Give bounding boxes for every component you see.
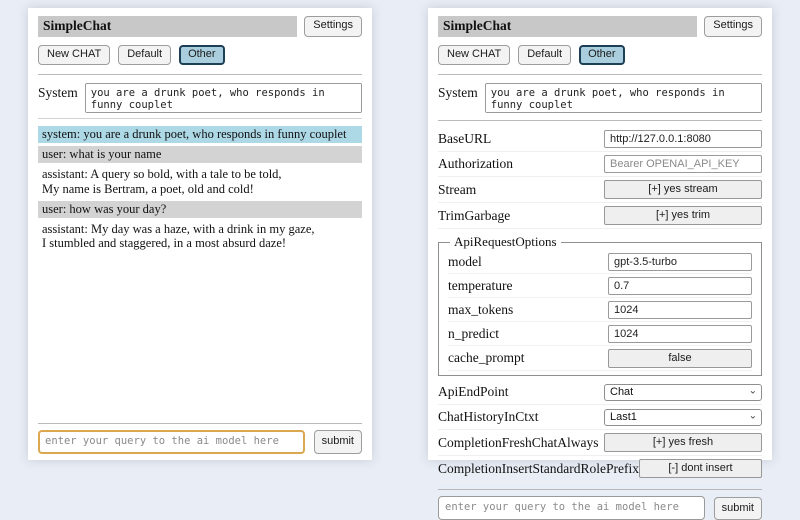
- chat-panel: SimpleChat Settings New CHAT Default Oth…: [28, 8, 372, 460]
- setting-label: Stream: [438, 182, 476, 198]
- chat-message-user: user: how was your day?: [38, 201, 362, 218]
- setting-row-stream: Stream [+] yes stream: [438, 177, 762, 203]
- new-chat-button[interactable]: New CHAT: [38, 45, 110, 65]
- system-prompt-input[interactable]: you are a drunk poet, who responds in fu…: [485, 83, 762, 113]
- setting-row-max-tokens: max_tokens: [448, 298, 752, 322]
- user-query-input[interactable]: [438, 496, 705, 520]
- system-prompt-input[interactable]: you are a drunk poet, who responds in fu…: [85, 83, 362, 113]
- app-title: SimpleChat: [38, 16, 297, 37]
- session-button-default[interactable]: Default: [518, 45, 571, 65]
- setting-label: ChatHistoryInCtxt: [438, 409, 539, 425]
- settings-button[interactable]: Settings: [304, 16, 362, 36]
- temperature-input[interactable]: [608, 277, 752, 295]
- completion-fresh-chat-toggle-button[interactable]: [+] yes fresh: [604, 433, 762, 452]
- app-title: SimpleChat: [438, 16, 697, 37]
- authorization-input[interactable]: [604, 155, 762, 173]
- divider: [38, 118, 362, 119]
- chat-message-list: system: you are a drunk poet, who respon…: [38, 126, 362, 255]
- submit-button[interactable]: submit: [314, 430, 362, 453]
- trimgarbage-toggle-button[interactable]: [+] yes trim: [604, 206, 762, 225]
- n-predict-input[interactable]: [608, 325, 752, 343]
- titlebar: SimpleChat Settings: [438, 16, 762, 37]
- setting-row-completion-insert-prefix: CompletionInsertStandardRolePrefix [-] d…: [438, 456, 762, 482]
- chathistoryinctxt-select[interactable]: Last1: [604, 409, 762, 426]
- new-chat-button[interactable]: New CHAT: [438, 45, 510, 65]
- setting-label: TrimGarbage: [438, 208, 510, 224]
- submit-button[interactable]: submit: [714, 497, 762, 520]
- session-button-other[interactable]: Other: [579, 45, 625, 65]
- session-buttons: New CHAT Default Other: [38, 45, 362, 65]
- system-label: System: [38, 83, 78, 101]
- setting-row-completion-fresh: CompletionFreshChatAlways [+] yes fresh: [438, 430, 762, 456]
- setting-label: BaseURL: [438, 131, 491, 147]
- system-prompt-row: System you are a drunk poet, who respond…: [38, 83, 362, 113]
- stream-toggle-button[interactable]: [+] yes stream: [604, 180, 762, 199]
- setting-row-model: model: [448, 250, 752, 274]
- system-prompt-row: System you are a drunk poet, who respond…: [438, 83, 762, 113]
- setting-row-cache-prompt: cache_prompt false: [448, 346, 752, 371]
- settings-button[interactable]: Settings: [704, 16, 762, 36]
- query-bar: submit: [438, 482, 762, 520]
- completion-insert-roleprefix-toggle-button[interactable]: [-] dont insert: [639, 459, 762, 478]
- setting-row-trimgarbage: TrimGarbage [+] yes trim: [438, 203, 762, 229]
- setting-label: CompletionFreshChatAlways: [438, 435, 599, 451]
- chat-message-user: user: what is your name: [38, 146, 362, 163]
- baseurl-input[interactable]: [604, 130, 762, 148]
- chat-message-system: system: you are a drunk poet, who respon…: [38, 126, 362, 143]
- divider: [438, 74, 762, 75]
- setting-row-temperature: temperature: [448, 274, 752, 298]
- page: SimpleChat Settings New CHAT Default Oth…: [0, 0, 800, 480]
- api-request-options-fieldset: ApiRequestOptions model temperature max_…: [438, 234, 762, 376]
- setting-label: Authorization: [438, 156, 513, 172]
- model-input[interactable]: [608, 253, 752, 271]
- setting-row-n-predict: n_predict: [448, 322, 752, 346]
- setting-label: temperature: [448, 278, 512, 294]
- setting-label: cache_prompt: [448, 350, 524, 366]
- divider: [438, 120, 762, 121]
- setting-row-apiendpoint: ApiEndPoint Chat ⌄: [438, 380, 762, 405]
- setting-label: CompletionInsertStandardRolePrefix: [438, 461, 639, 477]
- max-tokens-input[interactable]: [608, 301, 752, 319]
- setting-label: n_predict: [448, 326, 499, 342]
- divider: [438, 489, 762, 490]
- setting-row-chathistoryinctxt: ChatHistoryInCtxt Last1 ⌄: [438, 405, 762, 430]
- chat-message-assistant: assistant: My day was a haze, with a dri…: [38, 221, 362, 252]
- divider: [38, 423, 362, 424]
- setting-label: model: [448, 254, 482, 270]
- setting-row-baseurl: BaseURL: [438, 127, 762, 152]
- titlebar: SimpleChat Settings: [38, 16, 362, 37]
- system-label: System: [438, 83, 478, 101]
- fieldset-legend: ApiRequestOptions: [450, 234, 561, 250]
- settings-panel: SimpleChat Settings New CHAT Default Oth…: [428, 8, 772, 460]
- divider: [38, 74, 362, 75]
- apiendpoint-select[interactable]: Chat: [604, 384, 762, 401]
- cache-prompt-toggle-button[interactable]: false: [608, 349, 752, 368]
- setting-label: ApiEndPoint: [438, 384, 509, 400]
- query-bar: submit: [38, 416, 362, 454]
- user-query-input[interactable]: [38, 430, 305, 454]
- session-button-other[interactable]: Other: [179, 45, 225, 65]
- chat-message-assistant: assistant: A query so bold, with a tale …: [38, 166, 362, 197]
- setting-row-authorization: Authorization: [438, 152, 762, 177]
- session-buttons: New CHAT Default Other: [438, 45, 762, 65]
- session-button-default[interactable]: Default: [118, 45, 171, 65]
- setting-label: max_tokens: [448, 302, 513, 318]
